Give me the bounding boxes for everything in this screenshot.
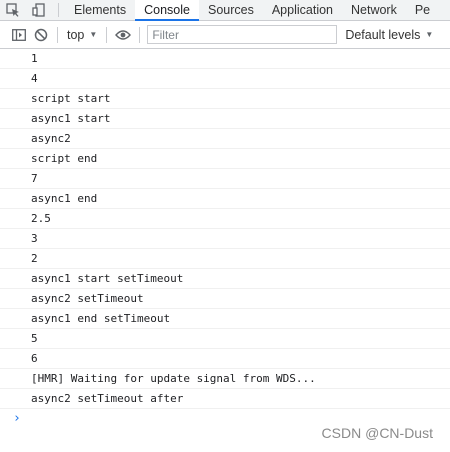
dropdown-arrow-icon: ▼	[425, 30, 434, 39]
log-message: 2	[0, 249, 450, 269]
log-message: async1 start	[0, 109, 450, 129]
console-log: 1 4 script start async1 start async2 scr…	[0, 49, 450, 429]
log-message: async1 start setTimeout	[0, 269, 450, 289]
log-message: 4	[0, 69, 450, 89]
live-expression-eye-icon[interactable]	[112, 24, 134, 46]
tab-sources[interactable]: Sources	[199, 0, 263, 20]
tab-console[interactable]: Console	[135, 0, 199, 21]
log-message: 6	[0, 349, 450, 369]
log-message: 7	[0, 169, 450, 189]
log-message: script end	[0, 149, 450, 169]
log-message: script start	[0, 89, 450, 109]
log-message: async2 setTimeout	[0, 289, 450, 309]
tab-elements[interactable]: Elements	[65, 0, 135, 20]
tab-divider	[58, 3, 59, 17]
log-message: async2 setTimeout after	[0, 389, 450, 409]
clear-console-icon[interactable]	[30, 24, 52, 46]
log-message: 5	[0, 329, 450, 349]
tab-application[interactable]: Application	[263, 0, 342, 20]
watermark: CSDN @CN-Dust	[321, 425, 433, 441]
log-levels-label: Default levels	[345, 27, 421, 42]
log-levels-dropdown[interactable]: Default levels ▼	[345, 28, 433, 42]
toolbar-divider	[139, 26, 141, 43]
log-message: 2.5	[0, 209, 450, 229]
log-message: async1 end	[0, 189, 450, 209]
log-message: 1	[0, 49, 450, 69]
tab-performance[interactable]: Pe	[406, 0, 439, 20]
log-message: async2	[0, 129, 450, 149]
device-toolbar-icon[interactable]	[26, 0, 52, 20]
log-message: [HMR] Waiting for update signal from WDS…	[0, 369, 450, 389]
console-toolbar: top ▼ Default levels ▼	[0, 21, 450, 49]
log-message: async1 end setTimeout	[0, 309, 450, 329]
context-selector[interactable]: top ▼	[63, 28, 101, 42]
filter-input[interactable]	[147, 25, 338, 44]
dropdown-arrow-icon: ▼	[89, 30, 98, 39]
tab-network[interactable]: Network	[342, 0, 406, 20]
sidebar-toggle-icon[interactable]	[8, 24, 30, 46]
toolbar-divider	[106, 26, 108, 43]
context-label: top	[67, 27, 85, 42]
devtools-tab-bar: Elements Console Sources Application Net…	[0, 0, 450, 21]
log-message: 3	[0, 229, 450, 249]
toolbar-divider	[57, 26, 58, 43]
inspect-element-icon[interactable]	[0, 0, 26, 20]
